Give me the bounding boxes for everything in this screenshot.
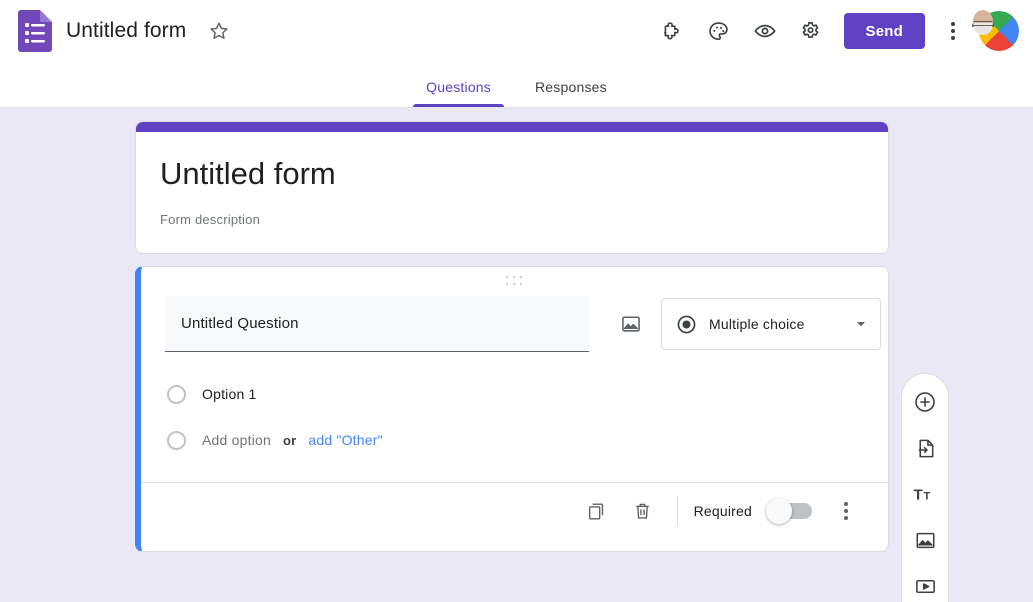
question-type-label: Multiple choice [709, 316, 805, 332]
image-icon [914, 529, 937, 552]
more-vert-icon[interactable] [933, 8, 973, 54]
document-title[interactable]: Untitled form [66, 19, 186, 43]
import-questions-icon [914, 437, 937, 460]
form-column: Untitled form Form description Untitled … [135, 121, 889, 552]
video-icon [914, 575, 937, 598]
add-option-button[interactable]: Add option [202, 432, 271, 448]
add-option-row: Add option or add "Other" [165, 420, 864, 460]
title-text-icon: T T [913, 482, 937, 506]
option-label[interactable]: Option 1 [202, 386, 257, 402]
tab-responses[interactable]: Responses [513, 79, 629, 107]
toggle-knob [766, 498, 792, 524]
trash-icon [632, 501, 653, 522]
question-more-options-button[interactable] [828, 489, 864, 533]
form-canvas: Untitled form Form description Untitled … [0, 108, 1033, 602]
add-option-or-text: or [282, 432, 297, 448]
form-tabs: Questions Responses [0, 62, 1033, 108]
theme-button[interactable] [696, 8, 742, 54]
form-header-stripe [136, 122, 888, 132]
app-header-actions: Send [650, 8, 1019, 54]
svg-text:T: T [914, 487, 923, 504]
question-top-row: Untitled Question Multiple choice [165, 290, 881, 352]
add-question-button[interactable] [905, 382, 945, 422]
drag-handle-dots-icon[interactable] [501, 274, 529, 288]
account-avatar[interactable] [972, 9, 1019, 51]
tab-questions[interactable]: Questions [404, 79, 513, 107]
app-header-bar: Untitled form Send [0, 0, 1033, 62]
footer-divider [676, 496, 678, 526]
brand-group: Untitled form [18, 10, 234, 52]
insert-image-button[interactable] [609, 302, 653, 346]
google-forms-logo-icon[interactable] [18, 10, 52, 52]
question-tools-sidebar: T T [901, 373, 949, 602]
radio-empty-icon [167, 384, 186, 404]
svg-text:T: T [924, 491, 931, 503]
delete-question-button[interactable] [621, 489, 665, 533]
insert-image-icon [620, 313, 642, 335]
question-type-select[interactable]: Multiple choice [661, 298, 881, 350]
required-label: Required [693, 503, 752, 519]
add-other-link[interactable]: add "Other" [308, 432, 382, 448]
radio-selected-icon [676, 314, 697, 335]
chevron-down-icon [854, 317, 868, 331]
duplicate-icon [586, 501, 607, 522]
question-footer: Required [165, 483, 864, 539]
preview-button[interactable] [742, 8, 788, 54]
required-toggle[interactable] [766, 498, 812, 524]
palette-icon [707, 20, 730, 43]
question-title-text: Untitled Question [181, 315, 299, 332]
form-header-card: Untitled form Form description [135, 121, 889, 254]
puzzle-piece-icon [661, 20, 684, 43]
send-button[interactable]: Send [843, 13, 925, 49]
question-card[interactable]: Untitled Question Multiple choice Option… [135, 266, 889, 552]
form-description-input[interactable]: Form description [160, 204, 864, 227]
add-video-button[interactable] [905, 566, 945, 602]
eye-icon [753, 19, 777, 43]
settings-button[interactable] [788, 8, 834, 54]
gear-icon [799, 20, 822, 43]
add-title-description-button[interactable]: T T [905, 474, 945, 514]
duplicate-question-button[interactable] [575, 489, 619, 533]
question-title-input[interactable]: Untitled Question [165, 296, 589, 352]
question-options: Option 1 Add option or add "Other" [165, 352, 864, 460]
form-title-input[interactable]: Untitled form [160, 154, 864, 204]
add-image-button[interactable] [905, 520, 945, 560]
avatar-image [972, 9, 994, 36]
add-circle-icon [913, 390, 937, 414]
star-outline-icon[interactable] [204, 16, 234, 46]
option-row[interactable]: Option 1 [165, 374, 864, 414]
add-ons-button[interactable] [650, 8, 696, 54]
import-questions-button[interactable] [905, 428, 945, 468]
radio-empty-icon [167, 430, 186, 450]
